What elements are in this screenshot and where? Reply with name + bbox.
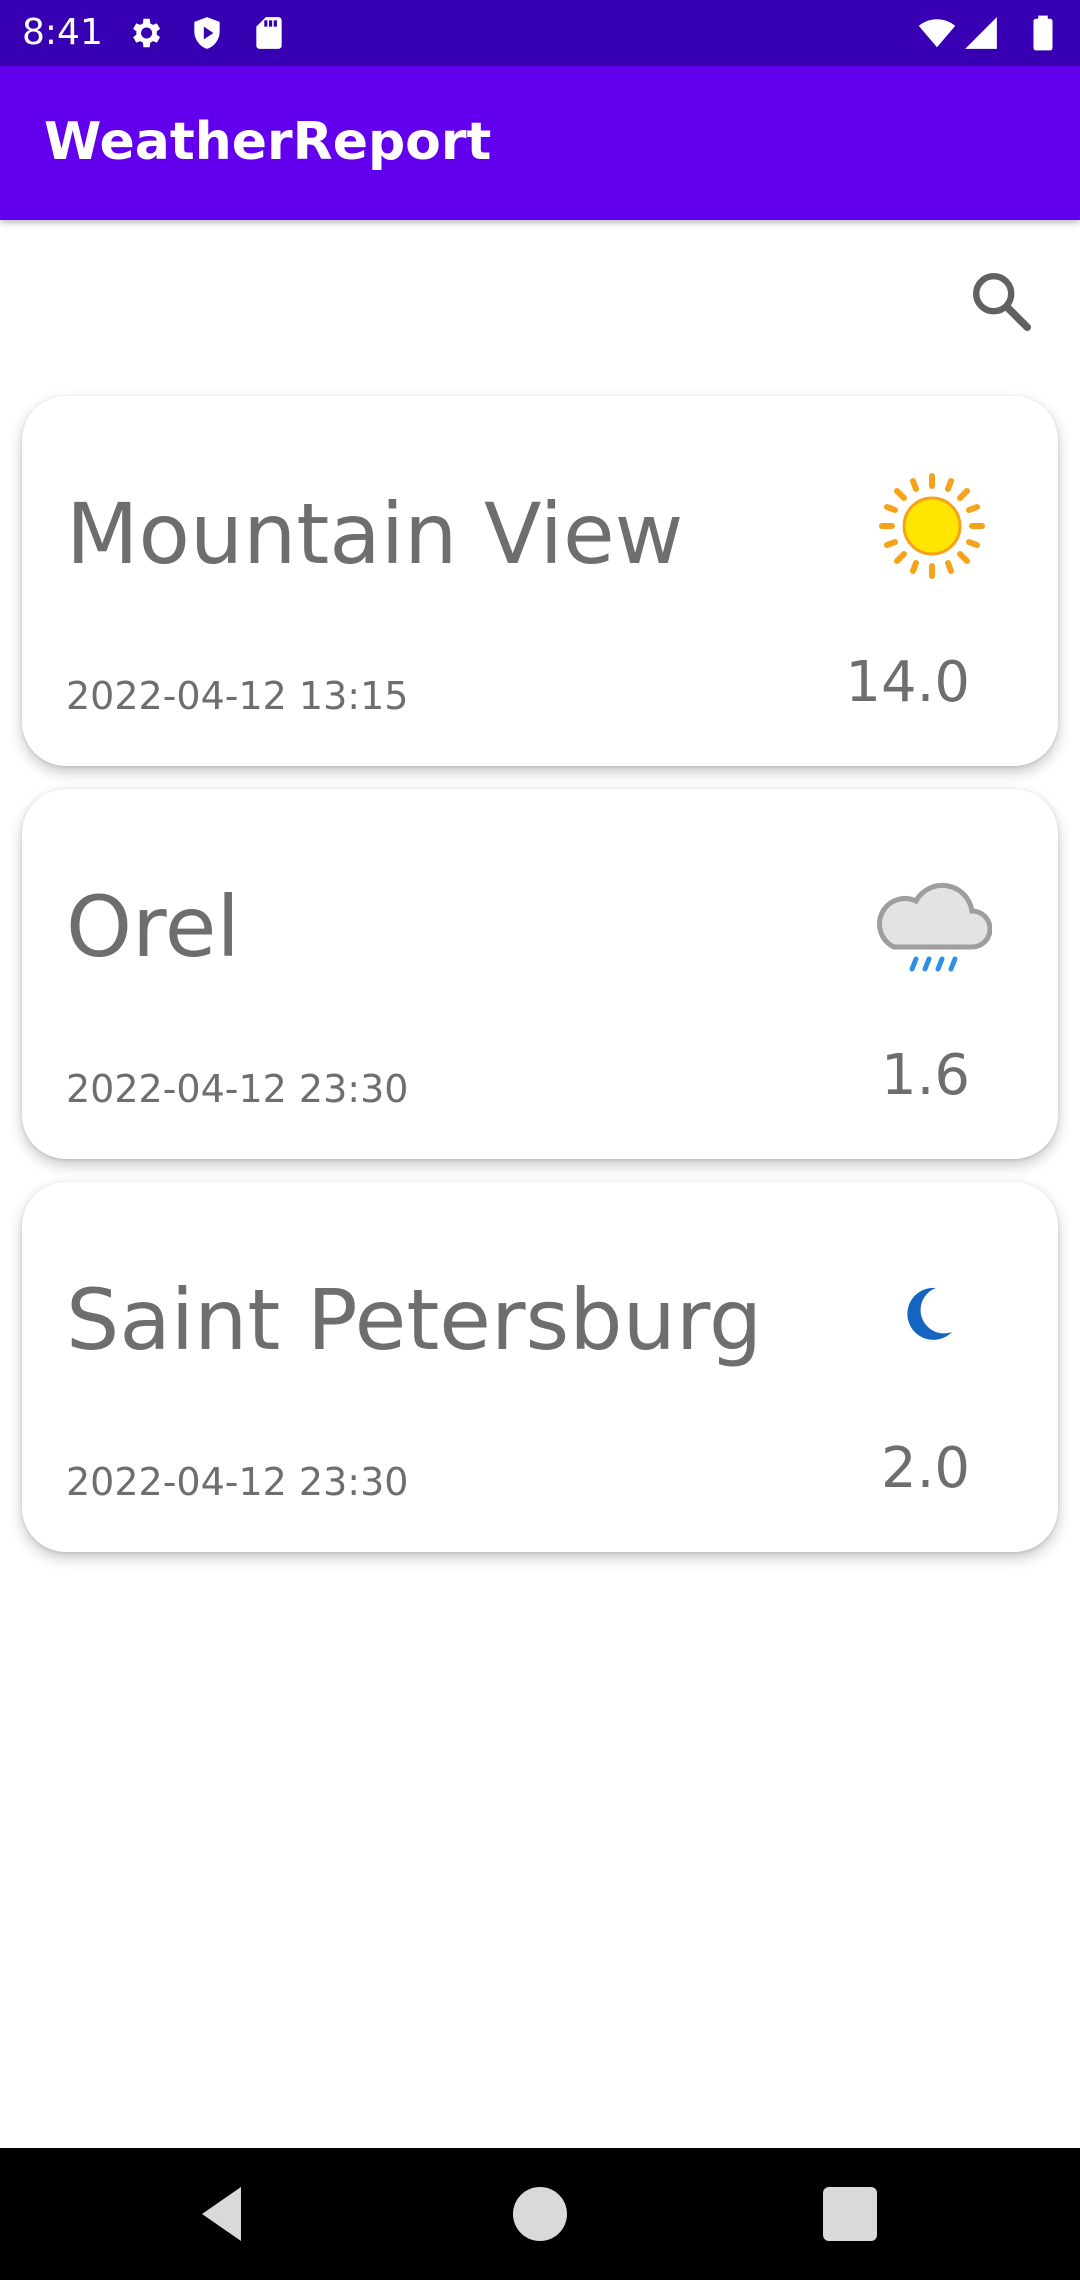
temperature: 2.0 bbox=[880, 1436, 970, 1501]
city-name: Saint Petersburg bbox=[66, 1271, 763, 1369]
search-icon[interactable] bbox=[966, 266, 1036, 336]
signal-icon bbox=[965, 17, 997, 49]
sun-icon bbox=[879, 473, 985, 579]
home-icon[interactable] bbox=[504, 2178, 576, 2250]
observation-date: 2022-04-12 13:15 bbox=[66, 674, 409, 718]
wifi-icon bbox=[918, 19, 956, 48]
status-time: 8:41 bbox=[22, 12, 103, 53]
city-name: Orel bbox=[66, 878, 240, 976]
navigation-bar bbox=[0, 2148, 1080, 2280]
observation-date: 2022-04-12 23:30 bbox=[66, 1067, 409, 1111]
city-card-saint-petersburg[interactable]: Saint Petersburg 2022-04-12 23:30 2.0 bbox=[22, 1182, 1058, 1552]
app-title: WeatherReport bbox=[44, 112, 492, 172]
city-card-orel[interactable]: Orel 2022-04-12 23:30 1.6 bbox=[22, 789, 1058, 1159]
shield-icon bbox=[194, 17, 220, 49]
rain-cloud-icon bbox=[877, 882, 992, 972]
city-name: Mountain View bbox=[66, 485, 684, 583]
moon-icon bbox=[907, 1287, 952, 1340]
observation-date: 2022-04-12 23:30 bbox=[66, 1460, 409, 1504]
city-list: Mountain View 2022-04-12 13:15 14.0 Orel… bbox=[12, 380, 1068, 1570]
temperature: 14.0 bbox=[845, 650, 970, 715]
city-card-mountain-view[interactable]: Mountain View 2022-04-12 13:15 14.0 bbox=[22, 396, 1058, 766]
temperature: 1.6 bbox=[880, 1043, 970, 1108]
settings-icon bbox=[133, 18, 161, 48]
app-bar: WeatherReport bbox=[0, 66, 1080, 220]
status-bar: 8:41 bbox=[0, 0, 1080, 66]
back-icon[interactable] bbox=[190, 2178, 262, 2250]
recents-icon[interactable] bbox=[814, 2178, 886, 2250]
battery-icon bbox=[1033, 15, 1053, 51]
sd-card-icon bbox=[256, 17, 282, 49]
